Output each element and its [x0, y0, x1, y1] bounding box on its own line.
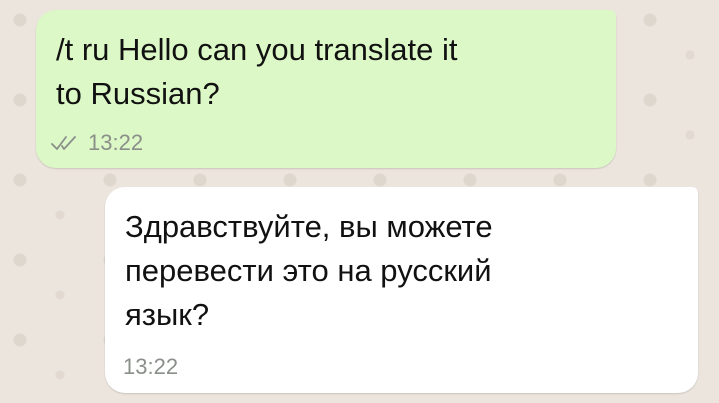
message-time: 13:22 [123, 354, 179, 379]
chat-area: /t ru Hello can you translate it to Russ… [0, 0, 719, 403]
message-text: Здравствуйте, вы можете перевести это на… [125, 209, 493, 332]
message-time: 13:22 [88, 130, 144, 155]
message-meta: 13:22 [123, 354, 178, 380]
message-text: /t ru Hello can you translate it to Russ… [56, 32, 458, 111]
double-check-icon [51, 136, 76, 150]
outgoing-message-bubble[interactable]: /t ru Hello can you translate it to Russ… [36, 10, 616, 168]
message-meta: 13:22 [50, 130, 143, 156]
incoming-message-bubble[interactable]: Здравствуйте, вы можете перевести это на… [105, 187, 698, 393]
